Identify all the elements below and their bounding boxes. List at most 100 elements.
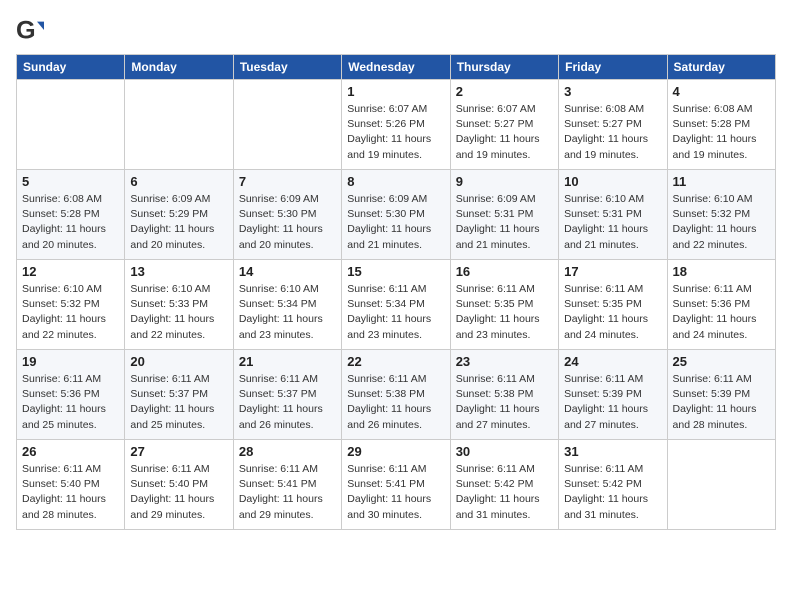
calendar-cell: 6 Sunrise: 6:09 AMSunset: 5:29 PMDayligh… bbox=[125, 170, 233, 260]
calendar-header-row: SundayMondayTuesdayWednesdayThursdayFrid… bbox=[17, 55, 776, 80]
day-info: Sunrise: 6:08 AMSunset: 5:28 PMDaylight:… bbox=[22, 192, 119, 253]
day-info: Sunrise: 6:11 AMSunset: 5:42 PMDaylight:… bbox=[456, 462, 553, 523]
day-info: Sunrise: 6:08 AMSunset: 5:27 PMDaylight:… bbox=[564, 102, 661, 163]
calendar-header-thursday: Thursday bbox=[450, 55, 558, 80]
day-info: Sunrise: 6:11 AMSunset: 5:41 PMDaylight:… bbox=[347, 462, 444, 523]
day-info: Sunrise: 6:09 AMSunset: 5:31 PMDaylight:… bbox=[456, 192, 553, 253]
calendar-cell: 2 Sunrise: 6:07 AMSunset: 5:27 PMDayligh… bbox=[450, 80, 558, 170]
day-number: 31 bbox=[564, 444, 661, 459]
day-number: 19 bbox=[22, 354, 119, 369]
calendar-cell: 12 Sunrise: 6:10 AMSunset: 5:32 PMDaylig… bbox=[17, 260, 125, 350]
calendar-cell bbox=[125, 80, 233, 170]
calendar-cell: 24 Sunrise: 6:11 AMSunset: 5:39 PMDaylig… bbox=[559, 350, 667, 440]
day-number: 15 bbox=[347, 264, 444, 279]
day-info: Sunrise: 6:10 AMSunset: 5:32 PMDaylight:… bbox=[22, 282, 119, 343]
day-info: Sunrise: 6:11 AMSunset: 5:40 PMDaylight:… bbox=[130, 462, 227, 523]
day-number: 4 bbox=[673, 84, 770, 99]
calendar-week-row: 5 Sunrise: 6:08 AMSunset: 5:28 PMDayligh… bbox=[17, 170, 776, 260]
calendar-cell: 26 Sunrise: 6:11 AMSunset: 5:40 PMDaylig… bbox=[17, 440, 125, 530]
calendar-cell: 16 Sunrise: 6:11 AMSunset: 5:35 PMDaylig… bbox=[450, 260, 558, 350]
calendar-cell: 14 Sunrise: 6:10 AMSunset: 5:34 PMDaylig… bbox=[233, 260, 341, 350]
day-number: 12 bbox=[22, 264, 119, 279]
calendar-header-friday: Friday bbox=[559, 55, 667, 80]
calendar-cell: 5 Sunrise: 6:08 AMSunset: 5:28 PMDayligh… bbox=[17, 170, 125, 260]
day-info: Sunrise: 6:11 AMSunset: 5:38 PMDaylight:… bbox=[347, 372, 444, 433]
calendar-header-wednesday: Wednesday bbox=[342, 55, 450, 80]
calendar-table: SundayMondayTuesdayWednesdayThursdayFrid… bbox=[16, 54, 776, 530]
calendar-cell: 19 Sunrise: 6:11 AMSunset: 5:36 PMDaylig… bbox=[17, 350, 125, 440]
calendar-cell: 31 Sunrise: 6:11 AMSunset: 5:42 PMDaylig… bbox=[559, 440, 667, 530]
day-number: 17 bbox=[564, 264, 661, 279]
calendar-cell: 11 Sunrise: 6:10 AMSunset: 5:32 PMDaylig… bbox=[667, 170, 775, 260]
day-number: 20 bbox=[130, 354, 227, 369]
day-number: 25 bbox=[673, 354, 770, 369]
day-number: 9 bbox=[456, 174, 553, 189]
day-number: 18 bbox=[673, 264, 770, 279]
calendar-cell: 10 Sunrise: 6:10 AMSunset: 5:31 PMDaylig… bbox=[559, 170, 667, 260]
day-info: Sunrise: 6:11 AMSunset: 5:38 PMDaylight:… bbox=[456, 372, 553, 433]
day-number: 3 bbox=[564, 84, 661, 99]
day-number: 21 bbox=[239, 354, 336, 369]
day-number: 22 bbox=[347, 354, 444, 369]
calendar-cell: 20 Sunrise: 6:11 AMSunset: 5:37 PMDaylig… bbox=[125, 350, 233, 440]
day-info: Sunrise: 6:11 AMSunset: 5:37 PMDaylight:… bbox=[239, 372, 336, 433]
page-header: G bbox=[16, 16, 776, 44]
calendar-cell: 4 Sunrise: 6:08 AMSunset: 5:28 PMDayligh… bbox=[667, 80, 775, 170]
day-number: 1 bbox=[347, 84, 444, 99]
svg-text:G: G bbox=[16, 16, 36, 44]
day-info: Sunrise: 6:09 AMSunset: 5:29 PMDaylight:… bbox=[130, 192, 227, 253]
day-info: Sunrise: 6:11 AMSunset: 5:36 PMDaylight:… bbox=[22, 372, 119, 433]
calendar-week-row: 1 Sunrise: 6:07 AMSunset: 5:26 PMDayligh… bbox=[17, 80, 776, 170]
day-info: Sunrise: 6:11 AMSunset: 5:35 PMDaylight:… bbox=[564, 282, 661, 343]
logo-icon: G bbox=[16, 16, 44, 44]
day-info: Sunrise: 6:11 AMSunset: 5:36 PMDaylight:… bbox=[673, 282, 770, 343]
calendar-cell: 18 Sunrise: 6:11 AMSunset: 5:36 PMDaylig… bbox=[667, 260, 775, 350]
calendar-cell: 13 Sunrise: 6:10 AMSunset: 5:33 PMDaylig… bbox=[125, 260, 233, 350]
calendar-cell: 27 Sunrise: 6:11 AMSunset: 5:40 PMDaylig… bbox=[125, 440, 233, 530]
calendar-header-saturday: Saturday bbox=[667, 55, 775, 80]
calendar-cell: 1 Sunrise: 6:07 AMSunset: 5:26 PMDayligh… bbox=[342, 80, 450, 170]
day-info: Sunrise: 6:10 AMSunset: 5:31 PMDaylight:… bbox=[564, 192, 661, 253]
day-number: 6 bbox=[130, 174, 227, 189]
day-number: 24 bbox=[564, 354, 661, 369]
day-number: 23 bbox=[456, 354, 553, 369]
calendar-cell: 25 Sunrise: 6:11 AMSunset: 5:39 PMDaylig… bbox=[667, 350, 775, 440]
calendar-cell: 28 Sunrise: 6:11 AMSunset: 5:41 PMDaylig… bbox=[233, 440, 341, 530]
calendar-cell: 7 Sunrise: 6:09 AMSunset: 5:30 PMDayligh… bbox=[233, 170, 341, 260]
calendar-cell: 22 Sunrise: 6:11 AMSunset: 5:38 PMDaylig… bbox=[342, 350, 450, 440]
day-number: 26 bbox=[22, 444, 119, 459]
calendar-cell: 23 Sunrise: 6:11 AMSunset: 5:38 PMDaylig… bbox=[450, 350, 558, 440]
day-number: 5 bbox=[22, 174, 119, 189]
day-info: Sunrise: 6:11 AMSunset: 5:39 PMDaylight:… bbox=[564, 372, 661, 433]
day-info: Sunrise: 6:08 AMSunset: 5:28 PMDaylight:… bbox=[673, 102, 770, 163]
calendar-cell: 3 Sunrise: 6:08 AMSunset: 5:27 PMDayligh… bbox=[559, 80, 667, 170]
calendar-week-row: 12 Sunrise: 6:10 AMSunset: 5:32 PMDaylig… bbox=[17, 260, 776, 350]
calendar-header-sunday: Sunday bbox=[17, 55, 125, 80]
day-number: 28 bbox=[239, 444, 336, 459]
calendar-cell bbox=[17, 80, 125, 170]
calendar-cell: 29 Sunrise: 6:11 AMSunset: 5:41 PMDaylig… bbox=[342, 440, 450, 530]
calendar-cell: 8 Sunrise: 6:09 AMSunset: 5:30 PMDayligh… bbox=[342, 170, 450, 260]
calendar-header-monday: Monday bbox=[125, 55, 233, 80]
calendar-week-row: 26 Sunrise: 6:11 AMSunset: 5:40 PMDaylig… bbox=[17, 440, 776, 530]
day-number: 2 bbox=[456, 84, 553, 99]
day-info: Sunrise: 6:10 AMSunset: 5:33 PMDaylight:… bbox=[130, 282, 227, 343]
day-info: Sunrise: 6:11 AMSunset: 5:40 PMDaylight:… bbox=[22, 462, 119, 523]
day-info: Sunrise: 6:11 AMSunset: 5:35 PMDaylight:… bbox=[456, 282, 553, 343]
calendar-header-tuesday: Tuesday bbox=[233, 55, 341, 80]
day-number: 27 bbox=[130, 444, 227, 459]
day-info: Sunrise: 6:11 AMSunset: 5:37 PMDaylight:… bbox=[130, 372, 227, 433]
calendar-cell: 15 Sunrise: 6:11 AMSunset: 5:34 PMDaylig… bbox=[342, 260, 450, 350]
calendar-cell bbox=[667, 440, 775, 530]
calendar-cell: 21 Sunrise: 6:11 AMSunset: 5:37 PMDaylig… bbox=[233, 350, 341, 440]
calendar-cell: 9 Sunrise: 6:09 AMSunset: 5:31 PMDayligh… bbox=[450, 170, 558, 260]
day-info: Sunrise: 6:10 AMSunset: 5:34 PMDaylight:… bbox=[239, 282, 336, 343]
day-info: Sunrise: 6:11 AMSunset: 5:39 PMDaylight:… bbox=[673, 372, 770, 433]
day-info: Sunrise: 6:11 AMSunset: 5:42 PMDaylight:… bbox=[564, 462, 661, 523]
calendar-cell: 30 Sunrise: 6:11 AMSunset: 5:42 PMDaylig… bbox=[450, 440, 558, 530]
calendar-week-row: 19 Sunrise: 6:11 AMSunset: 5:36 PMDaylig… bbox=[17, 350, 776, 440]
day-number: 29 bbox=[347, 444, 444, 459]
day-info: Sunrise: 6:09 AMSunset: 5:30 PMDaylight:… bbox=[347, 192, 444, 253]
day-number: 11 bbox=[673, 174, 770, 189]
logo: G bbox=[16, 16, 46, 44]
